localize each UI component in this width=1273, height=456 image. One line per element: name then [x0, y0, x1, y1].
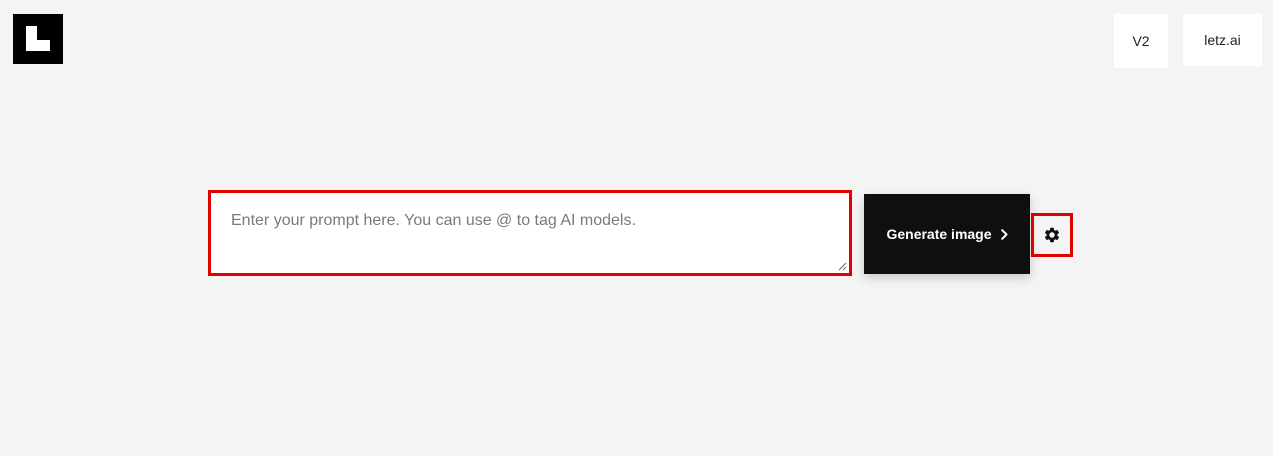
chevron-right-icon — [1000, 228, 1008, 240]
letz-ai-button[interactable]: letz.ai — [1183, 14, 1262, 66]
prompt-container — [208, 190, 852, 276]
resize-grip-icon[interactable] — [837, 261, 847, 271]
gear-icon — [1044, 227, 1060, 243]
version-button[interactable]: V2 — [1114, 14, 1168, 68]
letz-logo-icon[interactable] — [13, 14, 63, 64]
prompt-input[interactable] — [211, 193, 849, 273]
generate-image-label: Generate image — [886, 226, 992, 242]
generate-image-button[interactable]: Generate image — [864, 194, 1030, 274]
settings-button[interactable] — [1031, 213, 1073, 257]
